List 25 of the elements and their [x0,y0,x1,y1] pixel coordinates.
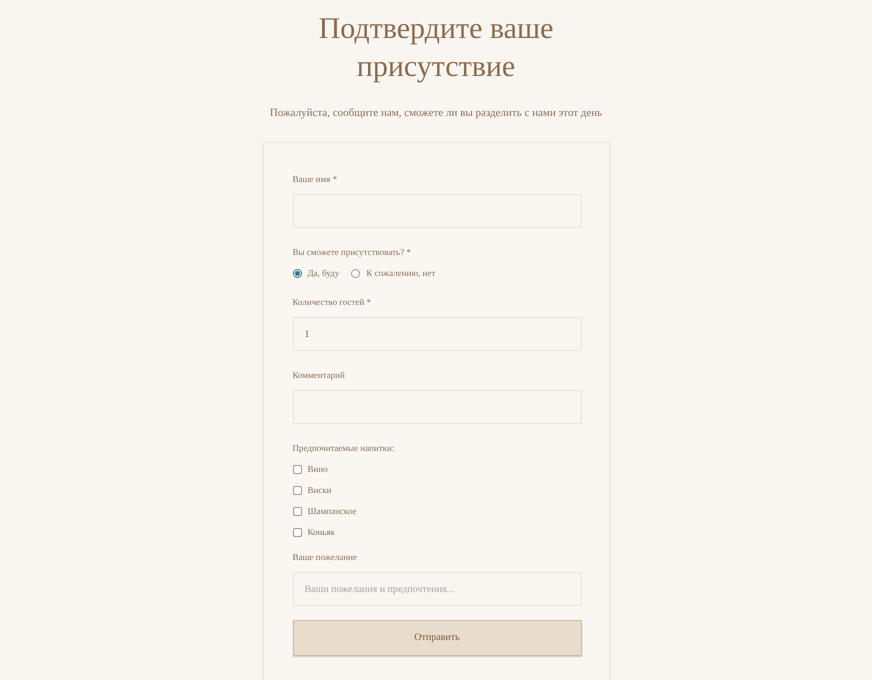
checkbox[interactable] [292,486,302,494]
field-label: Ваше имя * [292,172,338,184]
field-label: Количество гостей * [292,296,372,308]
radio-option[interactable]: Да, буду [292,266,340,280]
radio-button[interactable] [292,268,302,278]
field-label: Вы сможете присутствовать? * [292,246,412,258]
text-field[interactable] [292,390,582,424]
page-title: Подтвердите ваше присутствие [318,11,554,85]
submit-button[interactable]: Отправить [292,620,582,656]
text-field[interactable]: Ваши пожелания и предпочтения... [292,572,582,606]
checkbox[interactable] [292,464,302,474]
checkbox-option[interactable]: Коньяк [292,527,580,537]
checkbox-option[interactable]: Шампанское [292,506,580,516]
checkbox-option[interactable]: Виски [292,485,580,495]
text-field[interactable]: 1 [292,317,582,351]
checkbox[interactable] [292,528,302,536]
radio-button[interactable] [351,268,360,278]
field-label: Ваше пожелание [292,551,358,563]
checkbox-option[interactable]: Вино [292,464,580,474]
field-label: Предпочитаемые напитки: [292,442,396,454]
field-label: Комментарий [292,369,346,381]
page-subtitle: Пожалуйста, сообщите нам, сможете ли вы разделить с нами этот день [270,106,602,121]
text-field[interactable] [292,194,582,228]
radio-option[interactable]: К сожалению, нет [351,266,436,280]
checkbox[interactable] [292,506,302,516]
